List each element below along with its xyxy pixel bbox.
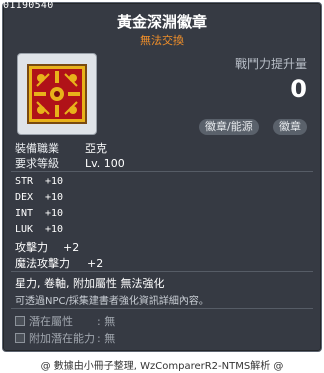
stat-int: INT +10	[15, 208, 63, 219]
badge-type: 徽章	[273, 119, 307, 135]
divider	[11, 171, 313, 172]
badge-category: 徽章/能源	[199, 119, 259, 135]
item-tooltip: 黃金深淵徽章 無法交換 戰鬥力提升量 0 徽章/能源 徽章 裝備職業 亞克 要求等…	[2, 2, 322, 352]
item-id: 01190540	[3, 0, 54, 11]
stat-dex: DEX +10	[15, 192, 63, 203]
enhance-note: 星力, 卷軸, 附加屬性 無法強化	[15, 277, 165, 290]
stat-value: +10	[45, 208, 64, 219]
trade-status: 無法交換	[140, 34, 184, 47]
additional-potential-icon	[15, 333, 25, 343]
stat-value: +10	[45, 224, 64, 235]
additional-potential-label: 附加潛在能力	[29, 332, 95, 345]
potential-row: 潛在屬性 : 無	[15, 313, 115, 329]
potential-label: 潛在屬性	[29, 315, 73, 328]
stat-attack: 攻擊力 +2	[15, 239, 79, 255]
stat-value: +10	[45, 192, 64, 203]
stat-name: LUK	[15, 224, 34, 235]
req-level: 要求等級 Lv. 100	[15, 155, 125, 171]
divider	[11, 271, 313, 272]
item-title: 黃金深淵徽章	[116, 13, 207, 31]
req-job: 裝備職業 亞克	[15, 140, 107, 156]
stat-name: INT	[15, 208, 34, 219]
req-job-value: 亞克	[85, 142, 107, 155]
stat-value: +10	[45, 176, 64, 187]
additional-potential-value: : 無	[97, 332, 116, 345]
stat-name: STR	[15, 176, 34, 187]
req-job-label: 裝備職業	[15, 142, 59, 155]
stat-value: +2	[63, 241, 80, 254]
divider	[11, 308, 313, 309]
stat-value: +2	[87, 257, 104, 270]
stat-name: 魔法攻擊力	[15, 257, 70, 270]
stat-magic-attack: 魔法攻擊力 +2	[15, 255, 103, 271]
req-level-label: 要求等級	[15, 157, 59, 170]
potential-value: : 無	[97, 315, 116, 328]
footer-credit: @ 數據由小冊子整理, WzComparerR2-NTMS解析 @	[40, 361, 284, 372]
req-level-value: Lv. 100	[85, 157, 125, 170]
stat-str: STR +10	[15, 176, 63, 187]
info-note: 可透過NPC/採集建書者強化資訊詳細內容。	[15, 296, 209, 307]
stat-name: 攻擊力	[15, 241, 48, 254]
power-value: 0	[290, 75, 307, 103]
emblem-icon	[27, 64, 87, 124]
item-icon-frame	[17, 53, 97, 135]
additional-potential-row: 附加潛在能力: 無	[15, 330, 115, 346]
power-label: 戰鬥力提升量	[234, 57, 307, 71]
stat-luk: LUK +10	[15, 224, 63, 235]
stat-name: DEX	[15, 192, 34, 203]
potential-icon	[15, 316, 25, 326]
